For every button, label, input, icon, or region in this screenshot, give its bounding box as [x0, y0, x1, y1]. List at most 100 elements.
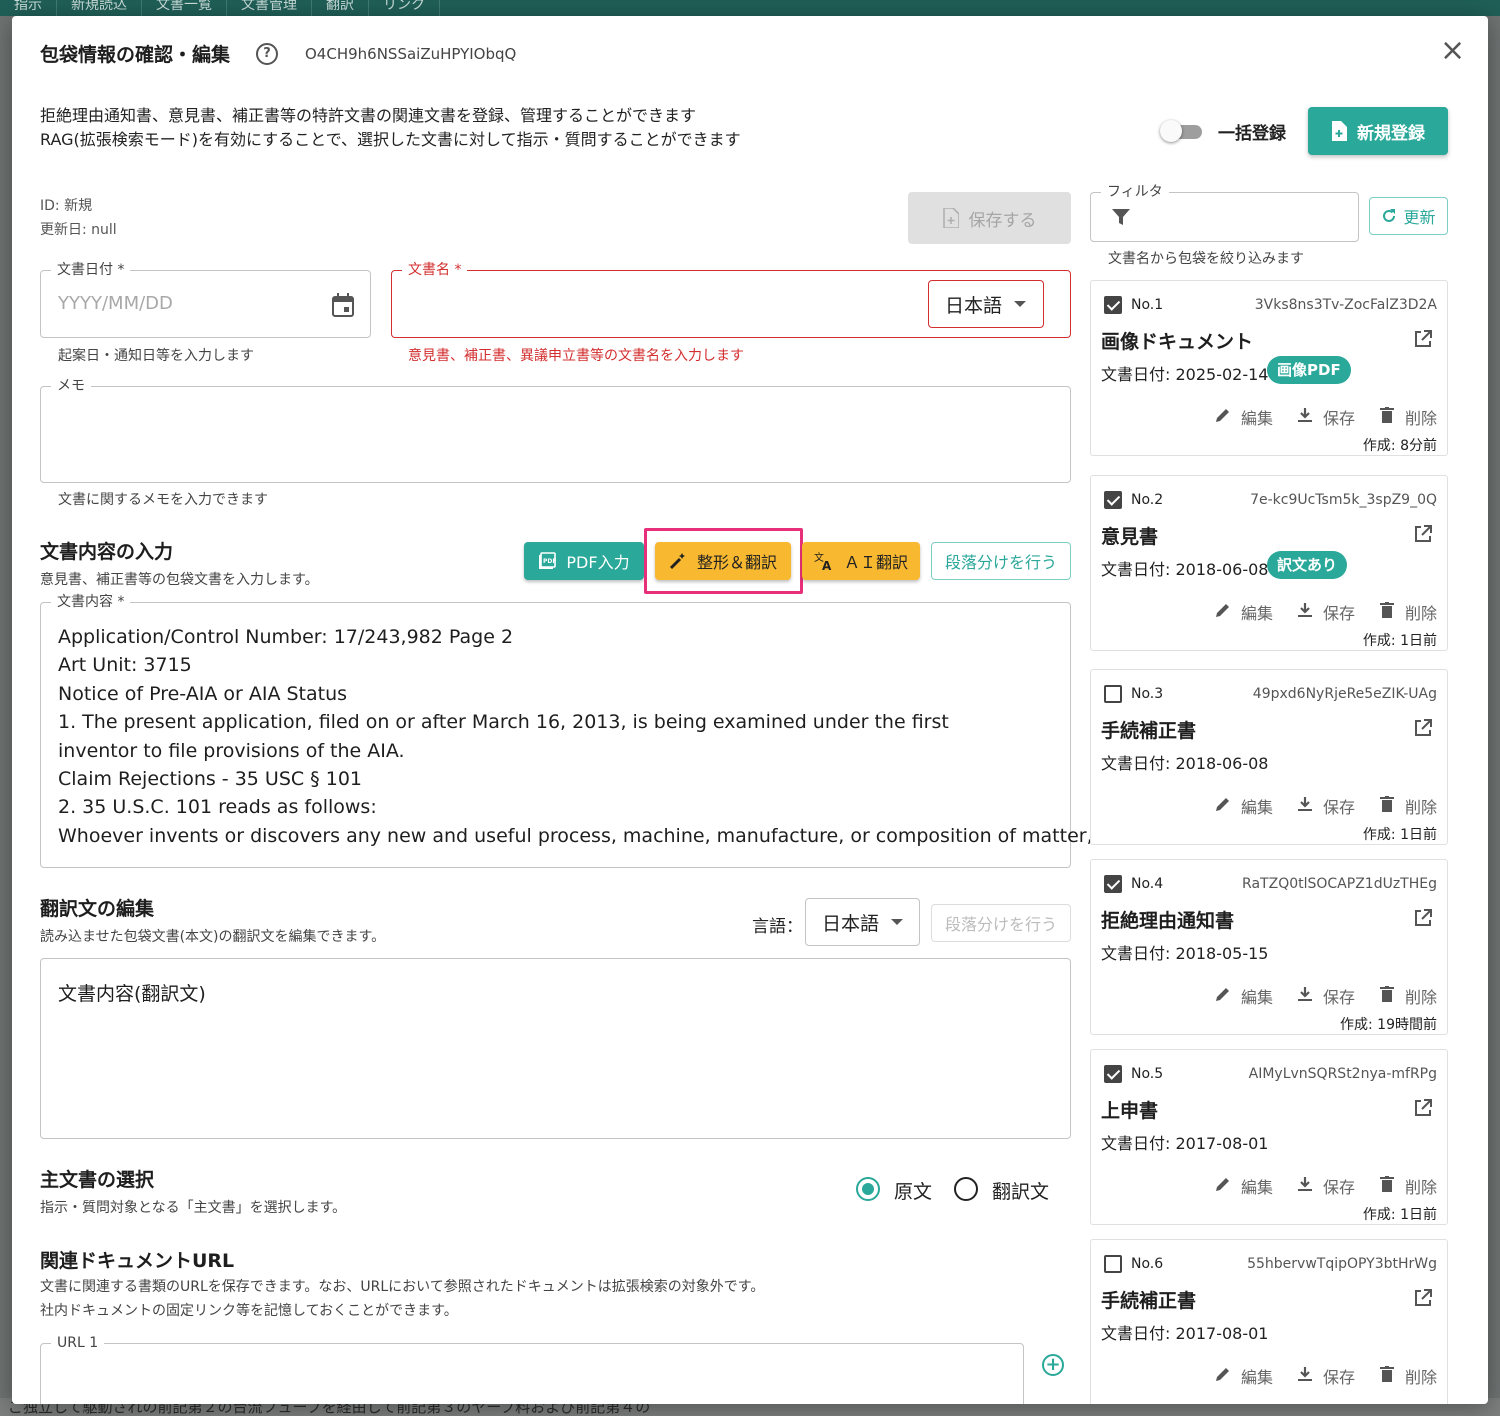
card-number: No.4	[1131, 876, 1164, 892]
pencil-icon	[1215, 986, 1231, 1006]
chevron-down-icon	[1014, 301, 1027, 307]
card-number: No.3	[1131, 686, 1164, 702]
open-external-icon[interactable]	[1413, 524, 1433, 544]
edit-label: 編集	[1240, 409, 1273, 428]
delete-button[interactable]: 削除	[1379, 600, 1437, 624]
description-line-1: 拒絶理由通知書、意見書、補正書等の特許文書の関連文書を登録、管理することができま…	[40, 106, 697, 125]
pdf-input-label: PDF入力	[566, 553, 630, 572]
memo-field[interactable]: メモ	[40, 377, 1071, 483]
delete-button[interactable]: 削除	[1379, 1174, 1437, 1198]
new-register-label: 新規登録	[1357, 123, 1425, 144]
content-field-label: 文書内容 *	[51, 593, 131, 611]
download-button[interactable]: 保存	[1297, 984, 1355, 1008]
save-label: 保存する	[968, 210, 1037, 231]
document-card[interactable]: No.3 49pxd6NyRjeRe5eZIK-UAg 手続補正書 文書日付: 201…	[1090, 669, 1448, 845]
edit-button[interactable]: 編集	[1215, 1364, 1273, 1388]
new-register-button[interactable]: 新規登録	[1308, 107, 1448, 155]
content-field[interactable]: 文書内容 * Application/Control Number: 17/24…	[40, 593, 1118, 868]
download-button[interactable]: 保存	[1297, 405, 1355, 429]
main-doc-section-title: 主文書の選択	[40, 1169, 155, 1191]
document-card[interactable]: No.4 RaTZQ0tlSOCAPZ1dUzTHEg 拒絶理由通知書 文書日付: 2…	[1090, 859, 1448, 1035]
pdf-input-button[interactable]: PDF PDF入力	[524, 542, 644, 580]
filter-helper: 文書名から包袋を絞り込みます	[1108, 251, 1304, 267]
document-card[interactable]: No.5 AIMyLvnSQRSt2nya-mfRPg 上申書 文書日付: 2017-…	[1090, 1049, 1448, 1225]
card-id: AIMyLvnSQRSt2nya-mfRPg	[1248, 1066, 1437, 1082]
translation-language-value: 日本語	[822, 912, 880, 935]
download-button[interactable]: 保存	[1297, 1174, 1355, 1198]
open-external-icon[interactable]	[1413, 1098, 1433, 1118]
close-icon[interactable]: ×	[1440, 36, 1465, 66]
translation-language-select[interactable]: 日本語	[805, 898, 920, 946]
translation-field[interactable]: 文書内容(翻訳文)	[40, 958, 1071, 1139]
download-label: 保存	[1322, 1368, 1355, 1387]
download-button[interactable]: 保存	[1297, 794, 1355, 818]
download-label: 保存	[1322, 798, 1355, 817]
content-line: Art Unit: 3715	[58, 654, 192, 677]
delete-button[interactable]: 削除	[1379, 405, 1437, 429]
filter-label: フィルタ	[1101, 183, 1169, 201]
memo-helper: 文書に関するメモを入力できます	[58, 492, 268, 508]
trash-icon	[1379, 986, 1395, 1006]
save-button[interactable]: 保存する	[908, 192, 1071, 244]
card-checkbox[interactable]	[1104, 1255, 1122, 1273]
download-icon	[1297, 407, 1313, 427]
edit-button[interactable]: 編集	[1215, 1174, 1273, 1198]
memo-label: メモ	[51, 377, 91, 395]
open-external-icon[interactable]	[1413, 718, 1433, 738]
content-line: inventor to file provisions of the AIA.	[58, 739, 405, 762]
download-button[interactable]: 保存	[1297, 1364, 1355, 1388]
content-section-subtitle: 意見書、補正書等の包袋文書を入力します。	[40, 572, 319, 588]
translation-section-subtitle: 読み込ませた包袋文書(本文)の翻訳文を編集できます。	[40, 929, 386, 945]
refresh-button[interactable]: 更新	[1369, 197, 1448, 235]
open-external-icon[interactable]	[1413, 908, 1433, 928]
card-id: 3Vks8ns3Tv-ZocFalZ3D2A	[1254, 297, 1437, 313]
calendar-icon[interactable]	[332, 293, 354, 317]
download-label: 保存	[1322, 409, 1355, 428]
card-title: 画像ドキュメント	[1101, 331, 1254, 353]
edit-button[interactable]: 編集	[1215, 600, 1273, 624]
download-label: 保存	[1322, 988, 1355, 1007]
date-field[interactable]: 文書日付 * YYYY/MM/DD	[40, 261, 371, 338]
card-number: No.6	[1131, 1256, 1164, 1272]
translation-paragraph-button[interactable]: 段落分けを行う	[931, 904, 1071, 942]
filter-field[interactable]: フィルタ	[1090, 183, 1359, 242]
refresh-icon	[1383, 209, 1396, 222]
card-checkbox[interactable]	[1104, 875, 1122, 893]
edit-label: 編集	[1240, 604, 1273, 623]
radio-original[interactable]	[856, 1177, 880, 1201]
help-icon[interactable]: ?	[256, 43, 278, 65]
edit-button[interactable]: 編集	[1215, 794, 1273, 818]
radio-translation[interactable]	[954, 1177, 978, 1201]
description-line-2: RAG(拡張検索モード)を有効にすることで、選択した文書に対して指示・質問するこ…	[40, 130, 741, 149]
bulk-register-toggle[interactable]	[1160, 120, 1204, 142]
open-external-icon[interactable]	[1413, 329, 1433, 349]
delete-button[interactable]: 削除	[1379, 1364, 1437, 1388]
document-card[interactable]: No.6 55hbervwTqipOPY3btHrWg 手続補正書 文書日付: 201…	[1090, 1239, 1448, 1404]
card-checkbox[interactable]	[1104, 296, 1122, 314]
svg-text:A: A	[822, 559, 832, 571]
name-language-select[interactable]: 日本語	[928, 280, 1044, 328]
dialog-title: 包袋情報の確認・編集	[40, 44, 231, 66]
edit-button[interactable]: 編集	[1215, 405, 1273, 429]
card-checkbox[interactable]	[1104, 491, 1122, 509]
open-external-icon[interactable]	[1413, 1288, 1433, 1308]
pencil-icon	[1215, 1366, 1231, 1386]
trash-icon	[1379, 796, 1395, 816]
add-circle-icon[interactable]: +	[1042, 1354, 1064, 1376]
download-button[interactable]: 保存	[1297, 600, 1355, 624]
download-icon	[1297, 796, 1313, 816]
document-card[interactable]: No.2 7e-kc9UcTsm5k_3spZ9_0Q 意見書 文書日付: 2018-…	[1090, 475, 1448, 651]
card-checkbox[interactable]	[1104, 1065, 1122, 1083]
document-card[interactable]: No.1 3Vks8ns3Tv-ZocFalZ3D2A 画像ドキュメント 文書日付: …	[1090, 280, 1448, 456]
content-line: Application/Control Number: 17/243,982 P…	[58, 626, 514, 648]
ai-translate-button[interactable]: 文A ＡＩ翻訳	[802, 542, 920, 580]
card-checkbox[interactable]	[1104, 685, 1122, 703]
edit-button[interactable]: 編集	[1215, 984, 1273, 1008]
delete-button[interactable]: 削除	[1379, 984, 1437, 1008]
paragraph-split-button[interactable]: 段落分けを行う	[931, 542, 1071, 580]
translation-text: 文書内容(翻訳文)	[58, 983, 206, 1005]
url-section-title: 関連ドキュメントURL	[40, 1250, 235, 1272]
url-field-1[interactable]: URL 1	[40, 1334, 1024, 1404]
url-section-subtitle-1: 文書に関連する書類のURLを保存できます。なお、URLにおいて参照されたドキュメ…	[40, 1279, 765, 1295]
delete-button[interactable]: 削除	[1379, 794, 1437, 818]
